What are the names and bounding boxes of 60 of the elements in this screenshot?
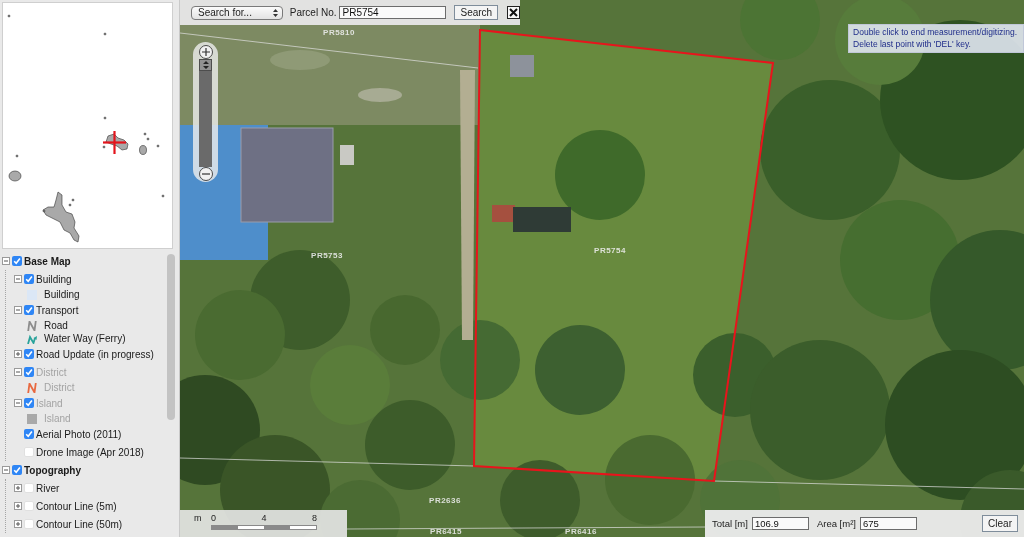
expand-icon[interactable] — [14, 484, 22, 492]
legend-label: Water Way (Ferry) — [44, 333, 126, 344]
parcel-label: PR6416 — [565, 526, 597, 536]
parcel-label: PR5753 — [311, 250, 343, 260]
close-button[interactable] — [507, 6, 520, 19]
parcel-input-field[interactable]: PR5754 — [339, 6, 447, 19]
layer-label: Base Map — [24, 255, 71, 267]
layer-label: Drone Image (Apr 2018) — [36, 446, 144, 458]
scrollbar[interactable] — [167, 254, 175, 420]
expand-icon[interactable] — [14, 520, 22, 528]
total-input-field[interactable]: 106.9 — [751, 517, 809, 530]
parcel-label: PR5754 — [594, 245, 626, 255]
legend-label: Building — [44, 289, 80, 300]
updown-caret-icon — [272, 8, 278, 17]
parcel-label: PR2636 — [429, 495, 461, 505]
parcel-label: PR5810 — [323, 27, 355, 37]
area-label: Area [m²] — [816, 518, 856, 529]
legend-label: Island — [44, 413, 71, 424]
zoom-in-button[interactable] — [198, 45, 213, 59]
expand-icon[interactable] — [14, 350, 22, 358]
legend-label: Road — [44, 320, 68, 331]
legend-label: District — [44, 382, 75, 393]
scale-tick-label: 0 — [211, 513, 216, 524]
layer-label: Topography — [24, 464, 82, 476]
collapse-icon[interactable] — [14, 275, 22, 283]
zoom-out-button[interactable] — [198, 167, 213, 181]
layer-label: Contour Line (50m) — [36, 518, 123, 530]
total-label: Total [m] — [712, 518, 748, 529]
updown-arrows-icon — [202, 61, 209, 69]
expand-icon[interactable] — [14, 502, 22, 510]
layer-label: Road Update (in progress) — [36, 348, 154, 360]
layer-label: Island — [36, 397, 63, 409]
collapse-icon[interactable] — [2, 257, 10, 265]
search-type-select[interactable]: Search for... — [191, 5, 283, 20]
hint-text: Double click to end measurement/digitizing. Delete last point with 'DEL' key. — [853, 27, 1017, 50]
parcel-label: PR6415 — [430, 526, 462, 536]
layer-label: Transport — [36, 304, 79, 316]
scale-tick-label: 8 — [311, 513, 317, 524]
collapse-icon[interactable] — [14, 306, 22, 314]
crosshair-icon — [103, 131, 126, 154]
zoom-slider-thumb[interactable] — [199, 59, 212, 71]
checkbox[interactable] — [24, 483, 34, 493]
layer-label: District — [36, 366, 67, 378]
layer-label: Aerial Photo (2011) — [36, 428, 122, 440]
layer-label: River — [36, 482, 60, 494]
area-input-field[interactable]: 675 — [859, 517, 917, 530]
checkbox[interactable] — [24, 501, 34, 511]
clear-button[interactable]: Clear — [982, 515, 1018, 532]
scale-unit-label: m — [194, 513, 203, 524]
minus-icon — [201, 170, 210, 178]
layer-label: Contour Line (5m) — [36, 500, 117, 512]
plus-icon — [201, 48, 210, 56]
parcel-field-label: Parcel No. — [289, 7, 337, 18]
search-button[interactable]: Search — [454, 5, 499, 20]
collapse-icon[interactable] — [2, 466, 10, 474]
checkbox[interactable] — [24, 519, 34, 529]
layer-label: Building — [36, 273, 72, 285]
checkbox[interactable] — [24, 447, 34, 457]
scale-tick-label: 4 — [261, 513, 267, 524]
close-icon — [509, 8, 519, 17]
